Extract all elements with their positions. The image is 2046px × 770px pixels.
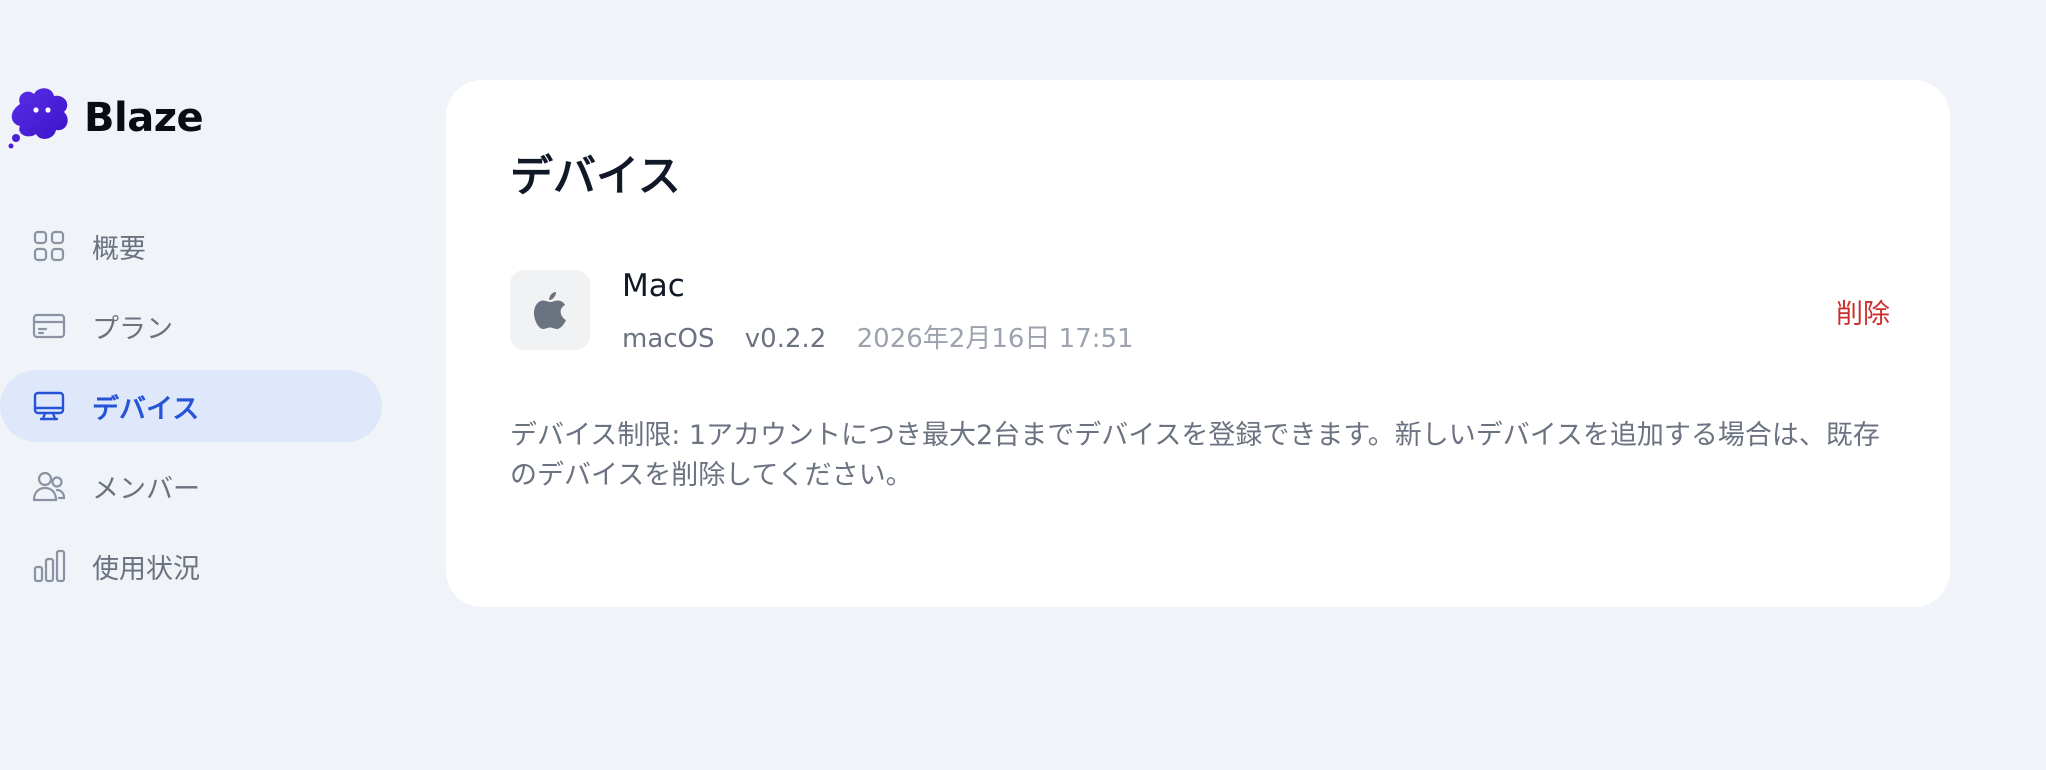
users-icon — [32, 469, 66, 503]
monitor-icon — [32, 389, 66, 423]
device-registered-date: 2026年2月16日 17:51 — [856, 324, 1134, 354]
sidebar-item-label: メンバー — [92, 473, 200, 505]
device-row: Mac macOS v0.2.2 2026年2月16日 17:51 削除 — [510, 268, 1890, 354]
blaze-logo-icon — [8, 88, 68, 149]
device-icon-tile — [510, 270, 590, 350]
sidebar-item-overview[interactable]: 概要 — [0, 210, 382, 282]
sidebar-item-usage[interactable]: 使用状況 — [0, 530, 382, 602]
sidebar-item-label: プラン — [92, 313, 173, 345]
device-limit-note: デバイス制限: 1アカウントにつき最大2台までデバイスを登録できます。新しいデバ… — [510, 420, 1880, 491]
devices-card: デバイス Mac macOS v0.2.2 2026年2月16日 17:51 削… — [446, 80, 1950, 607]
sidebar-item-label: 使用状況 — [92, 553, 200, 585]
brand[interactable]: Blaze — [6, 84, 204, 152]
sidebar-item-members[interactable]: メンバー — [0, 450, 382, 522]
bar-chart-icon — [32, 549, 66, 583]
sidebar: Blaze 概要 プラン デバイス メンバー 使用状況 — [0, 0, 390, 770]
sidebar-nav: 概要 プラン デバイス メンバー 使用状況 — [0, 210, 382, 610]
sidebar-item-label: デバイス — [92, 393, 200, 425]
device-meta: macOS v0.2.2 2026年2月16日 17:51 — [622, 318, 1134, 355]
page-title: デバイス — [510, 152, 681, 202]
device-name: Mac — [622, 268, 685, 304]
device-os: macOS — [622, 324, 715, 354]
delete-device-button[interactable]: 削除 — [1836, 292, 1890, 331]
sidebar-item-label: 概要 — [92, 233, 146, 265]
grid-icon — [32, 229, 66, 263]
credit-card-icon — [32, 309, 66, 343]
apple-icon — [534, 292, 566, 329]
sidebar-item-plan[interactable]: プラン — [0, 290, 382, 362]
sidebar-item-devices[interactable]: デバイス — [0, 370, 382, 442]
device-version: v0.2.2 — [744, 324, 827, 354]
brand-name: Blaze — [84, 95, 204, 141]
